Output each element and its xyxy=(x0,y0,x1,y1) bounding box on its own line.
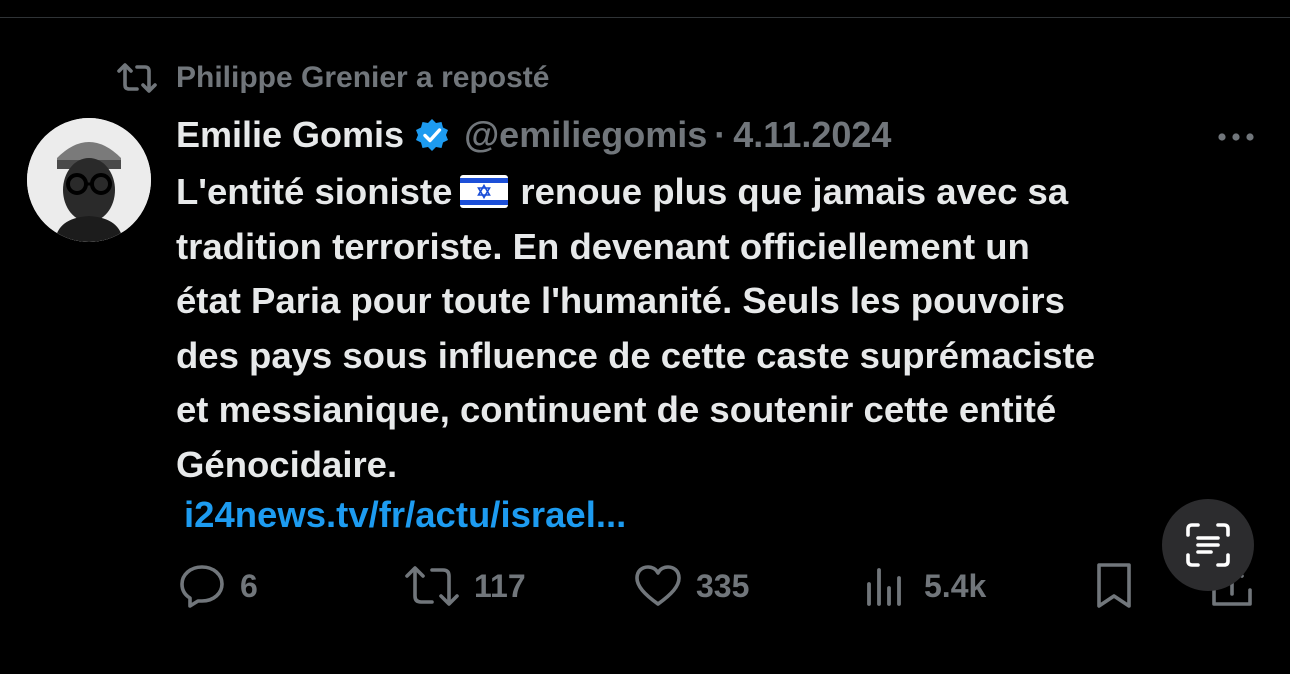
tweet-text: L'entité sioniste renoue plus que jamais… xyxy=(176,165,1276,492)
like-button[interactable]: 335 xyxy=(634,558,749,614)
separator-dot: · xyxy=(714,114,727,155)
repost-count: 117 xyxy=(474,567,526,604)
verified-badge-icon[interactable] xyxy=(414,117,450,153)
tweet-text-segment: L'entité sioniste xyxy=(176,171,453,212)
repost-icon xyxy=(405,566,459,606)
tweet-text-segment: renoue plus que jamais avec sa xyxy=(520,171,1069,212)
more-options-icon[interactable] xyxy=(1214,122,1258,152)
repost-banner[interactable]: Philippe Grenier a reposté xyxy=(116,56,549,100)
repost-icon xyxy=(117,63,157,93)
tweet-line-2: tradition terroriste. En devenant offici… xyxy=(176,225,1030,267)
reply-count: 6 xyxy=(240,567,258,604)
like-count: 335 xyxy=(696,567,750,604)
tweet-line-3: état Paria pour toute l'humanité. Seuls … xyxy=(176,280,1065,321)
repost-banner-text: Philippe Grenier a reposté xyxy=(176,61,550,94)
repost-button[interactable]: 117 xyxy=(404,558,526,614)
bookmark-icon xyxy=(1097,563,1131,608)
bookmark-button[interactable] xyxy=(1094,558,1148,614)
tweet-line-1: L'entité sioniste renoue plus que jamais… xyxy=(176,165,1276,220)
views-chart-icon xyxy=(867,568,901,606)
live-text-scan-icon xyxy=(1186,523,1230,567)
tweet-link[interactable]: i24news.tv/fr/actu/israel... xyxy=(184,494,626,536)
author-handle[interactable]: @emiliegomis xyxy=(464,114,707,156)
tweet-line-4: des pays sous influence de cette caste s… xyxy=(176,334,1095,376)
reply-button[interactable]: 6 xyxy=(178,558,258,614)
tweet-date[interactable]: 4.11.2024 xyxy=(733,114,891,156)
avatar-image xyxy=(27,118,151,242)
avatar[interactable] xyxy=(27,118,151,242)
reply-icon xyxy=(180,565,224,608)
tweet-line-5: et messianique, continuent de soutenir c… xyxy=(176,389,1057,430)
views-count: 5.4k xyxy=(924,567,987,604)
scan-text-button[interactable] xyxy=(1162,499,1254,591)
israel-flag-emoji xyxy=(460,174,509,208)
display-name[interactable]: Emilie Gomis xyxy=(176,114,404,156)
views-button[interactable]: 5.4k xyxy=(864,558,986,614)
tweet-header: Emilie Gomis @emiliegomis · 4.11.2024 xyxy=(176,112,891,158)
heart-icon xyxy=(635,565,681,606)
top-divider xyxy=(0,17,1290,18)
tweet-line-6: Génocidaire. xyxy=(176,443,398,485)
